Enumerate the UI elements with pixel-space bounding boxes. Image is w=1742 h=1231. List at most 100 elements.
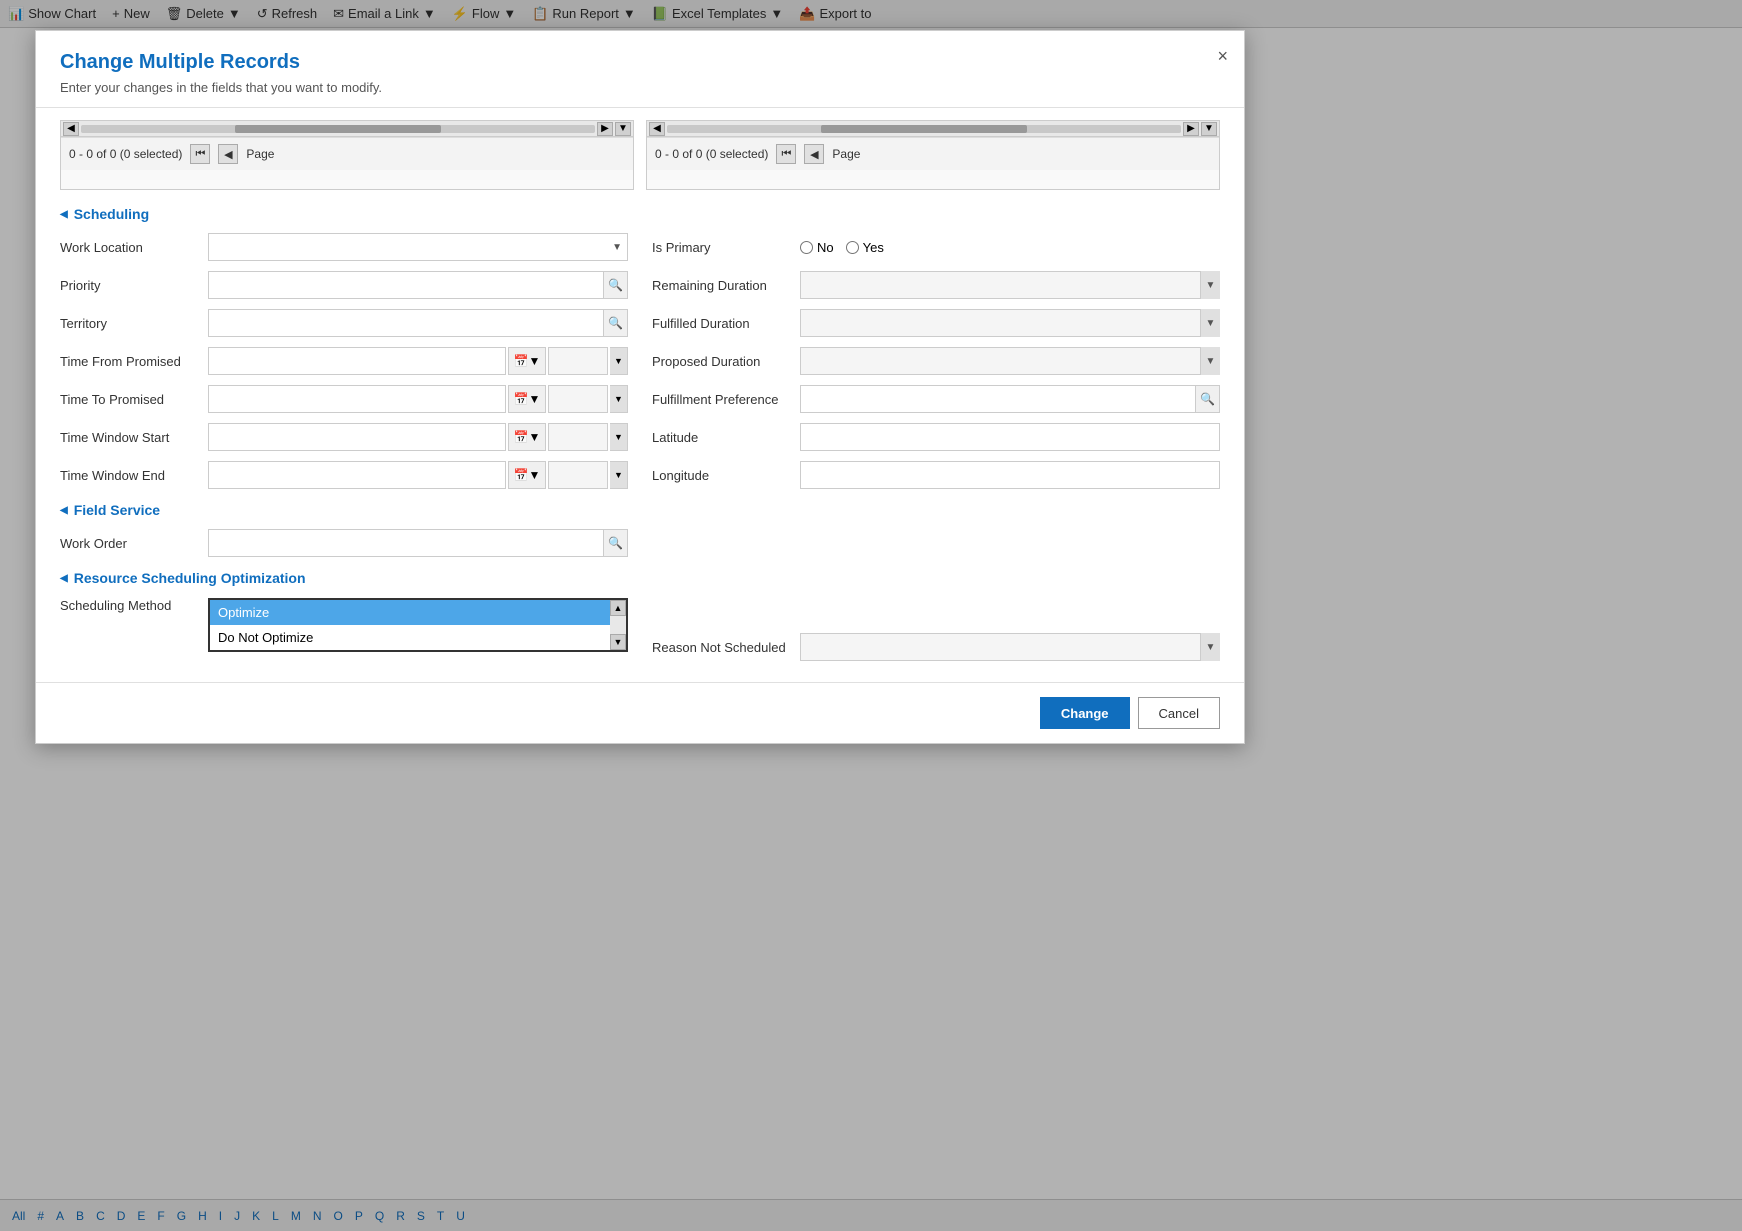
time-window-end-label: Time Window End <box>60 468 200 483</box>
fulfilled-duration-input[interactable] <box>800 309 1220 337</box>
time-window-end-time-arrow[interactable]: ▼ <box>610 461 628 489</box>
time-from-promised-time[interactable] <box>548 347 608 375</box>
priority-input[interactable] <box>209 272 603 298</box>
reason-not-scheduled-arrow[interactable]: ▼ <box>1200 633 1220 661</box>
reason-not-scheduled-input[interactable] <box>800 633 1220 661</box>
fulfilled-duration-label: Fulfilled Duration <box>652 316 792 331</box>
subgrid1-first-btn[interactable]: ⏮ <box>190 144 210 164</box>
rso-section-header: ◀ Resource Scheduling Optimization <box>60 570 1220 586</box>
subgrid-panel-1: ◀ ▶ ▼ 0 - 0 of 0 (0 selected) ⏮ ◀ Page <box>60 120 634 190</box>
time-window-start-time[interactable] <box>548 423 608 451</box>
fulfillment-preference-input[interactable] <box>801 386 1195 412</box>
subgrid2-first-btn[interactable]: ⏮ <box>776 144 796 164</box>
modal-title: Change Multiple Records <box>60 51 1220 74</box>
scroll-left-btn-1[interactable]: ◀ <box>63 122 79 136</box>
is-primary-no-option[interactable]: No <box>800 240 834 255</box>
proposed-duration-row: Proposed Duration ▼ <box>652 346 1220 376</box>
fulfilled-duration-arrow[interactable]: ▼ <box>1200 309 1220 337</box>
is-primary-yes-option[interactable]: Yes <box>846 240 884 255</box>
time-to-promised-date[interactable] <box>208 385 506 413</box>
time-from-promised-time-arrow[interactable]: ▼ <box>610 347 628 375</box>
territory-lookup-btn[interactable]: 🔍 <box>603 310 627 336</box>
time-from-promised-picker[interactable]: 📅▼ <box>508 347 546 375</box>
proposed-duration-input[interactable] <box>800 347 1220 375</box>
subgrid1-hscroll[interactable]: ◀ ▶ ▼ <box>61 121 633 137</box>
latitude-label: Latitude <box>652 430 792 445</box>
work-order-input[interactable] <box>209 530 603 556</box>
reason-not-scheduled-row: Reason Not Scheduled ▼ <box>652 632 1220 662</box>
priority-lookup-btn[interactable]: 🔍 <box>603 272 627 298</box>
dropdown-scrollbar: ▲ ▼ <box>610 600 626 650</box>
time-window-start-picker[interactable]: 📅▼ <box>508 423 546 451</box>
dropdown-scroll-down[interactable]: ▼ <box>610 634 626 650</box>
rso-toggle[interactable]: ◀ <box>60 573 68 584</box>
modal-footer: Change Cancel <box>36 682 1244 743</box>
longitude-input[interactable] <box>800 461 1220 489</box>
time-to-promised-row: Time To Promised 📅▼ ▼ <box>60 384 628 414</box>
longitude-label: Longitude <box>652 468 792 483</box>
time-to-promised-time-arrow[interactable]: ▼ <box>610 385 628 413</box>
vscroll-btn-2[interactable]: ▼ <box>1201 122 1217 136</box>
vscroll-btn-1[interactable]: ▼ <box>615 122 631 136</box>
proposed-duration-field: ▼ <box>800 347 1220 375</box>
scheduling-method-listbox[interactable]: Optimize Do Not Optimize ▲ ▼ <box>208 598 628 652</box>
time-to-promised-time[interactable] <box>548 385 608 413</box>
time-window-start-row: Time Window Start 📅▼ ▼ <box>60 422 628 452</box>
dropdown-option-do-not-optimize[interactable]: Do Not Optimize <box>210 625 610 650</box>
modal-body: ◀ ▶ ▼ 0 - 0 of 0 (0 selected) ⏮ ◀ Page <box>36 108 1244 682</box>
fulfillment-preference-row: Fulfillment Preference 🔍 <box>652 384 1220 414</box>
latitude-input[interactable] <box>800 423 1220 451</box>
scroll-right-btn-2[interactable]: ▶ <box>1183 122 1199 136</box>
work-location-select-wrapper: ▼ <box>208 233 628 261</box>
modal-close-button[interactable]: × <box>1217 47 1228 65</box>
subgrid1-prev-btn[interactable]: ◀ <box>218 144 238 164</box>
time-window-start-time-arrow[interactable]: ▼ <box>610 423 628 451</box>
latitude-row: Latitude <box>652 422 1220 452</box>
fulfilled-duration-row: Fulfilled Duration ▼ <box>652 308 1220 338</box>
time-from-promised-label: Time From Promised <box>60 354 200 369</box>
time-to-promised-picker[interactable]: 📅▼ <box>508 385 546 413</box>
scroll-track-1 <box>81 125 595 133</box>
time-to-promised-field: 📅▼ ▼ <box>208 385 628 413</box>
subgrid1-pagination: 0 - 0 of 0 (0 selected) <box>69 147 182 161</box>
work-order-row: Work Order 🔍 <box>60 528 628 558</box>
time-window-end-picker[interactable]: 📅▼ <box>508 461 546 489</box>
time-window-start-label: Time Window Start <box>60 430 200 445</box>
territory-lookup: 🔍 <box>208 309 628 337</box>
work-order-lookup-btn[interactable]: 🔍 <box>603 530 627 556</box>
fulfillment-preference-lookup-btn[interactable]: 🔍 <box>1195 386 1219 412</box>
fulfillment-preference-lookup: 🔍 <box>800 385 1220 413</box>
remaining-duration-field: ▼ <box>800 271 1220 299</box>
work-order-label: Work Order <box>60 536 200 551</box>
rso-label: Resource Scheduling Optimization <box>74 570 306 586</box>
scroll-right-btn-1[interactable]: ▶ <box>597 122 613 136</box>
cancel-button[interactable]: Cancel <box>1138 697 1220 729</box>
field-service-toggle[interactable]: ◀ <box>60 505 68 516</box>
work-location-row: Work Location ▼ <box>60 232 628 262</box>
remaining-duration-input[interactable] <box>800 271 1220 299</box>
scroll-thumb-2 <box>821 125 1027 133</box>
time-window-end-time[interactable] <box>548 461 608 489</box>
is-primary-yes-radio[interactable] <box>846 241 859 254</box>
change-button[interactable]: Change <box>1040 697 1130 729</box>
territory-label: Territory <box>60 316 200 331</box>
dropdown-option-optimize[interactable]: Optimize <box>210 600 610 625</box>
time-from-promised-date[interactable] <box>208 347 506 375</box>
scheduling-method-dropdown-container: Optimize Do Not Optimize ▲ ▼ <box>208 598 628 652</box>
territory-input[interactable] <box>209 310 603 336</box>
priority-label: Priority <box>60 278 200 293</box>
is-primary-no-radio[interactable] <box>800 241 813 254</box>
subgrid1-footer: 0 - 0 of 0 (0 selected) ⏮ ◀ Page <box>61 137 633 170</box>
time-window-end-date[interactable] <box>208 461 506 489</box>
scheduling-toggle[interactable]: ◀ <box>60 209 68 220</box>
dropdown-scroll-up[interactable]: ▲ <box>610 600 626 616</box>
remaining-duration-arrow[interactable]: ▼ <box>1200 271 1220 299</box>
subgrid2-prev-btn[interactable]: ◀ <box>804 144 824 164</box>
subgrid-panel-2: ◀ ▶ ▼ 0 - 0 of 0 (0 selected) ⏮ ◀ Page <box>646 120 1220 190</box>
subgrid2-hscroll[interactable]: ◀ ▶ ▼ <box>647 121 1219 137</box>
time-window-start-date[interactable] <box>208 423 506 451</box>
priority-lookup: 🔍 <box>208 271 628 299</box>
work-location-select[interactable] <box>208 233 628 261</box>
scroll-left-btn-2[interactable]: ◀ <box>649 122 665 136</box>
proposed-duration-arrow[interactable]: ▼ <box>1200 347 1220 375</box>
